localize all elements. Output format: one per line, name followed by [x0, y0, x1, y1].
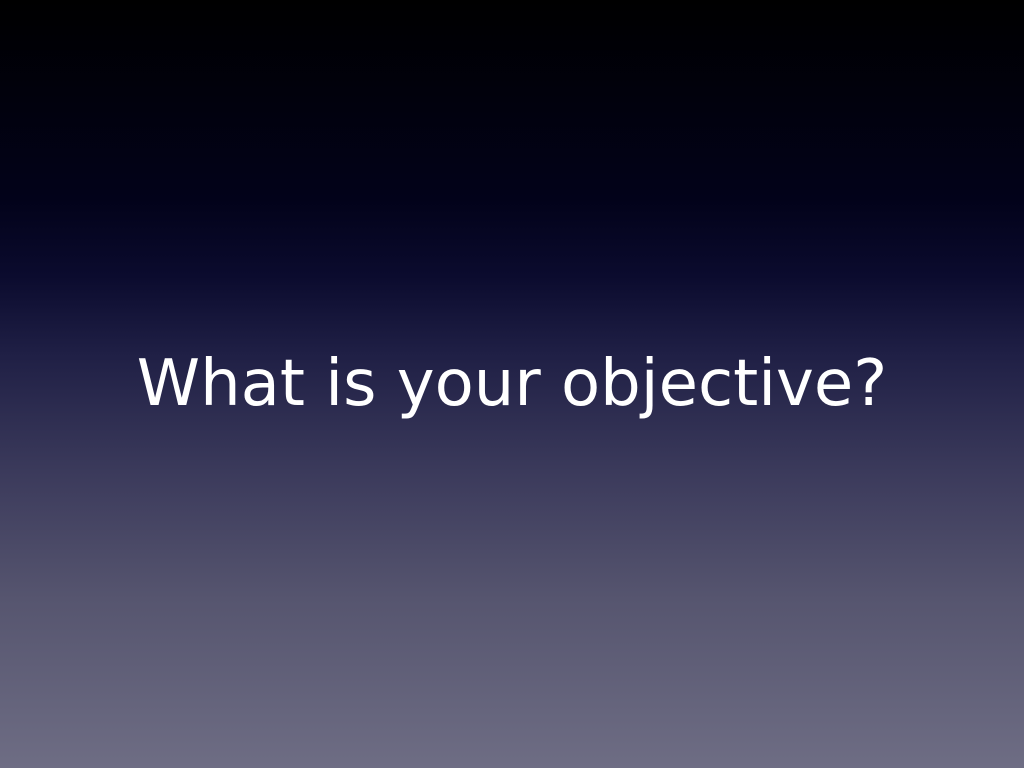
- slide-title: What is your objective?: [136, 347, 888, 421]
- presentation-slide: What is your objective?: [0, 0, 1024, 768]
